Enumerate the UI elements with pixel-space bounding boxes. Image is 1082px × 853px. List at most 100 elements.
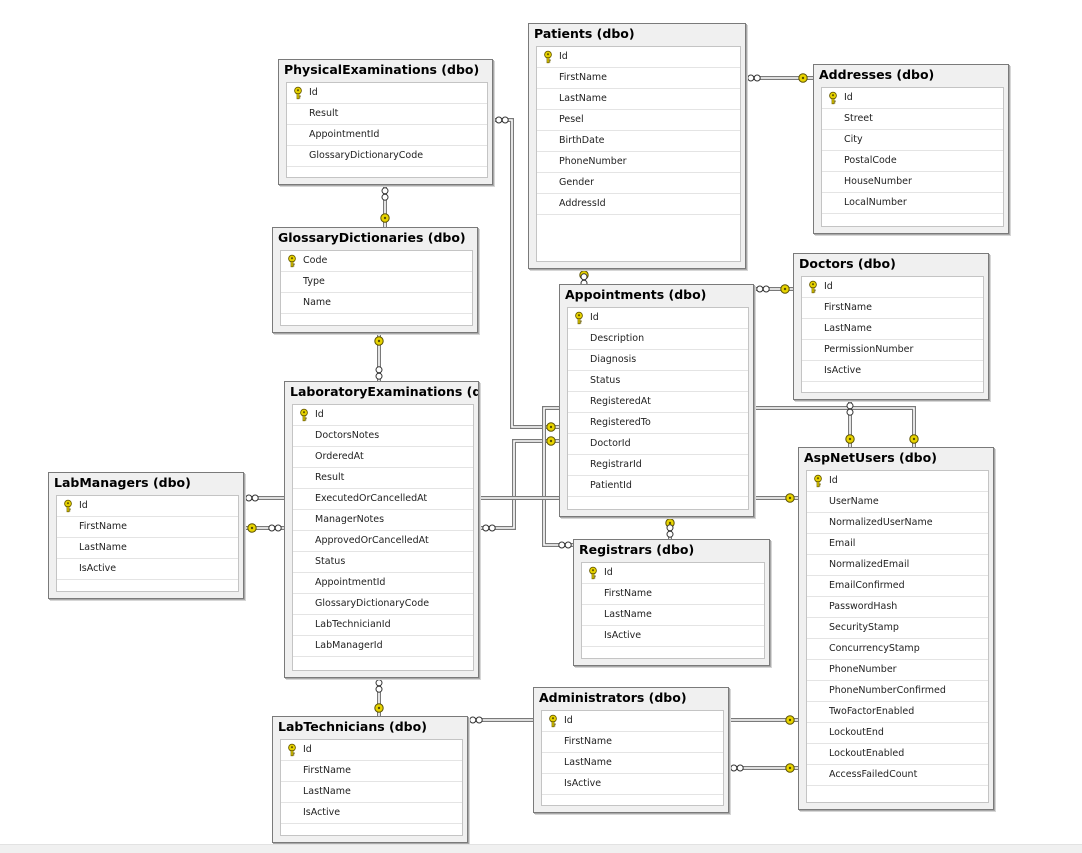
- column-row[interactable]: ConcurrencyStamp: [807, 639, 988, 660]
- column-row[interactable]: PasswordHash: [807, 597, 988, 618]
- column-row[interactable]: LocalNumber: [822, 193, 1003, 214]
- column-row[interactable]: Status: [293, 552, 473, 573]
- column-row[interactable]: FirstName: [537, 68, 740, 89]
- column-row[interactable]: Pesel: [537, 110, 740, 131]
- column-row[interactable]: RegisteredTo: [568, 413, 748, 434]
- column-row[interactable]: PostalCode: [822, 151, 1003, 172]
- column-row[interactable]: LabManagerId: [293, 636, 473, 657]
- column-row[interactable]: LockoutEnabled: [807, 744, 988, 765]
- horizontal-scrollbar[interactable]: [0, 844, 1082, 853]
- column-row[interactable]: Id: [822, 88, 1003, 109]
- column-row[interactable]: PhoneNumberConfirmed: [807, 681, 988, 702]
- column-row[interactable]: Street: [822, 109, 1003, 130]
- table-doctors[interactable]: Doctors (dbo) Id FirstName LastName Permissi…: [793, 253, 989, 400]
- table-addresses[interactable]: Addresses (dbo) Id Street City PostalCode Hou…: [813, 64, 1009, 234]
- table-title[interactable]: Patients (dbo): [529, 24, 745, 44]
- column-row[interactable]: FirstName: [542, 732, 723, 753]
- table-labtechnicians[interactable]: LabTechnicians (dbo) Id FirstName LastName I…: [272, 716, 468, 843]
- column-row[interactable]: LockoutEnd: [807, 723, 988, 744]
- column-row[interactable]: PhoneNumber: [807, 660, 988, 681]
- column-row[interactable]: ApprovedOrCancelledAt: [293, 531, 473, 552]
- table-appointments[interactable]: Appointments (dbo) Id Description Diagnosis…: [559, 284, 754, 517]
- column-row[interactable]: PermissionNumber: [802, 340, 983, 361]
- table-title[interactable]: LabTechnicians (dbo): [273, 717, 467, 737]
- column-row[interactable]: RegistrarId: [568, 455, 748, 476]
- column-row[interactable]: IsActive: [57, 559, 238, 580]
- table-physical[interactable]: PhysicalExaminations (dbo) Id Result Appoin…: [278, 59, 493, 185]
- column-row[interactable]: LabTechnicianId: [293, 615, 473, 636]
- column-row[interactable]: Result: [287, 104, 487, 125]
- table-title[interactable]: Registrars (dbo): [574, 540, 769, 560]
- column-row[interactable]: UserName: [807, 492, 988, 513]
- column-row[interactable]: Result: [293, 468, 473, 489]
- column-row[interactable]: Id: [568, 308, 748, 329]
- column-row[interactable]: GlossaryDictionaryCode: [293, 594, 473, 615]
- column-row[interactable]: RegisteredAt: [568, 392, 748, 413]
- column-row[interactable]: AppointmentId: [293, 573, 473, 594]
- table-registrars[interactable]: Registrars (dbo) Id FirstName LastName IsAct…: [573, 539, 770, 666]
- table-title[interactable]: Administrators (dbo): [534, 688, 728, 708]
- table-title[interactable]: Addresses (dbo): [814, 65, 1008, 85]
- column-row[interactable]: IsActive: [582, 626, 764, 647]
- column-row[interactable]: Id: [542, 711, 723, 732]
- column-row[interactable]: Email: [807, 534, 988, 555]
- column-row[interactable]: FirstName: [582, 584, 764, 605]
- column-row[interactable]: SecurityStamp: [807, 618, 988, 639]
- table-labmanagers[interactable]: LabManagers (dbo) Id FirstName LastName IsAc…: [48, 472, 244, 599]
- column-row[interactable]: FirstName: [281, 761, 462, 782]
- column-row[interactable]: Gender: [537, 173, 740, 194]
- column-row[interactable]: Status: [568, 371, 748, 392]
- column-row[interactable]: FirstName: [57, 517, 238, 538]
- table-title[interactable]: AspNetUsers (dbo): [799, 448, 993, 468]
- column-row[interactable]: FirstName: [802, 298, 983, 319]
- column-row[interactable]: HouseNumber: [822, 172, 1003, 193]
- table-title[interactable]: Appointments (dbo): [560, 285, 753, 305]
- table-aspnetusers[interactable]: AspNetUsers (dbo) Id UserName NormalizedUse…: [798, 447, 994, 810]
- column-row[interactable]: PhoneNumber: [537, 152, 740, 173]
- column-row[interactable]: AccessFailedCount: [807, 765, 988, 786]
- column-row[interactable]: IsActive: [281, 803, 462, 824]
- column-row[interactable]: Name: [281, 293, 472, 314]
- table-title[interactable]: Doctors (dbo): [794, 254, 988, 274]
- table-title[interactable]: GlossaryDictionaries (dbo): [273, 228, 477, 248]
- column-row[interactable]: Id: [582, 563, 764, 584]
- column-row[interactable]: LastName: [537, 89, 740, 110]
- column-row[interactable]: Id: [57, 496, 238, 517]
- table-administrators[interactable]: Administrators (dbo) Id FirstName LastName I…: [533, 687, 729, 813]
- column-row[interactable]: LastName: [582, 605, 764, 626]
- column-row[interactable]: Id: [281, 740, 462, 761]
- column-row[interactable]: BirthDate: [537, 131, 740, 152]
- column-row[interactable]: Id: [287, 83, 487, 104]
- column-row[interactable]: Description: [568, 329, 748, 350]
- column-row[interactable]: GlossaryDictionaryCode: [287, 146, 487, 167]
- column-row[interactable]: LastName: [802, 319, 983, 340]
- column-row[interactable]: NormalizedEmail: [807, 555, 988, 576]
- column-row[interactable]: OrderedAt: [293, 447, 473, 468]
- column-row[interactable]: Code: [281, 251, 472, 272]
- column-row[interactable]: TwoFactorEnabled: [807, 702, 988, 723]
- table-labexams[interactable]: LaboratoryExaminations (dbo) Id DoctorsNot…: [284, 381, 479, 678]
- column-row[interactable]: Id: [537, 47, 740, 68]
- table-title[interactable]: LaboratoryExaminations (dbo): [285, 382, 478, 402]
- column-row[interactable]: Type: [281, 272, 472, 293]
- column-row[interactable]: IsActive: [802, 361, 983, 382]
- table-glossary[interactable]: GlossaryDictionaries (dbo) Code Type Name: [272, 227, 478, 333]
- column-row[interactable]: ManagerNotes: [293, 510, 473, 531]
- column-row[interactable]: Diagnosis: [568, 350, 748, 371]
- column-row[interactable]: City: [822, 130, 1003, 151]
- column-row[interactable]: Id: [293, 405, 473, 426]
- column-row[interactable]: IsActive: [542, 774, 723, 795]
- table-title[interactable]: LabManagers (dbo): [49, 473, 243, 493]
- column-row[interactable]: AddressId: [537, 194, 740, 215]
- column-row[interactable]: LastName: [281, 782, 462, 803]
- table-patients[interactable]: Patients (dbo) Id FirstName LastName Pesel Bi…: [528, 23, 746, 269]
- column-row[interactable]: AppointmentId: [287, 125, 487, 146]
- column-row[interactable]: Id: [807, 471, 988, 492]
- table-title[interactable]: PhysicalExaminations (dbo): [279, 60, 492, 80]
- column-row[interactable]: Id: [802, 277, 983, 298]
- column-row[interactable]: EmailConfirmed: [807, 576, 988, 597]
- column-row[interactable]: DoctorId: [568, 434, 748, 455]
- column-row[interactable]: LastName: [57, 538, 238, 559]
- column-row[interactable]: LastName: [542, 753, 723, 774]
- column-row[interactable]: PatientId: [568, 476, 748, 497]
